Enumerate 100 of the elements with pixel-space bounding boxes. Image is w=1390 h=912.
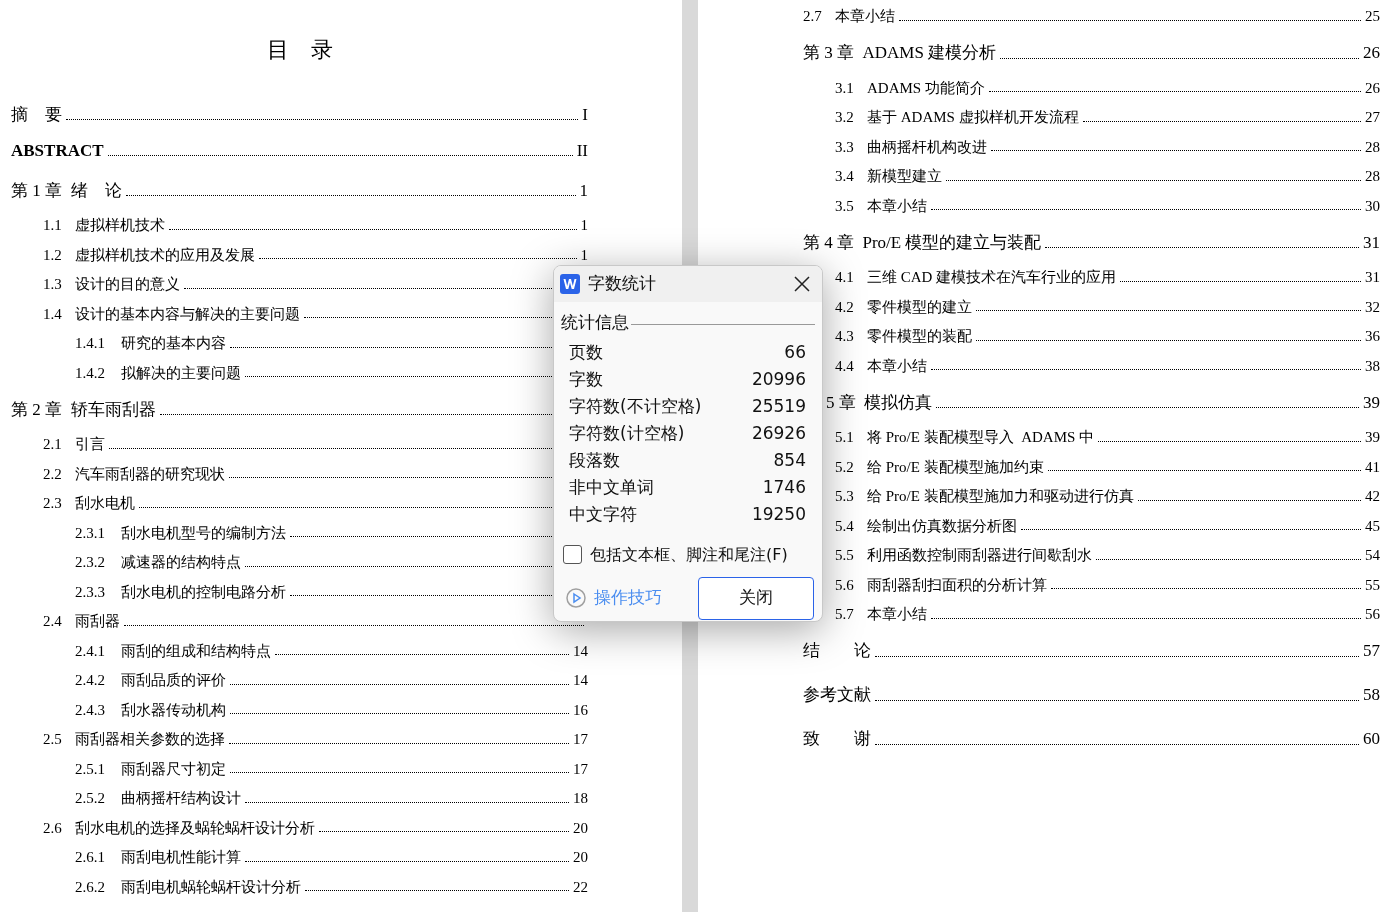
section-number: 3.4 — [835, 167, 855, 186]
close-button[interactable]: 关闭 — [698, 576, 814, 620]
page-number: 25 — [1365, 7, 1380, 26]
section-number: 4.1 — [835, 268, 855, 287]
stat-value: 20996 — [751, 368, 806, 392]
page-number: 20 — [573, 848, 588, 867]
section-title: 虚拟样机技术的应用及发展 — [75, 245, 255, 265]
section-title: 雨刮的组成和结构特点 — [121, 641, 271, 661]
page-number: 58 — [1363, 684, 1380, 706]
section-title: 曲柄摇杆结构设计 — [121, 789, 241, 808]
page-number: 41 — [1365, 457, 1380, 477]
stat-label: 字符数(计空格) — [569, 422, 685, 446]
section-number: 5.4 — [835, 516, 855, 536]
section-number: 3.1 — [835, 78, 855, 98]
page-number: I — [582, 103, 588, 126]
section-title: 雨刮器尺寸初定 — [121, 759, 226, 779]
page-number: 38 — [1365, 356, 1380, 376]
toc-heading: 摘 要 — [11, 103, 62, 126]
toc-heading: 参考文献 — [803, 684, 871, 706]
stat-value: 66 — [784, 341, 806, 365]
page-number: II — [576, 139, 588, 162]
stat-label: 段落数 — [569, 449, 620, 473]
section-title: 引言 — [75, 435, 105, 454]
section-number: 4.4 — [835, 356, 855, 376]
section-number: 3.3 — [835, 137, 855, 157]
page-number: 39 — [1363, 391, 1380, 414]
section-number: 2.5 — [43, 730, 63, 749]
section-number: 2.6.1 — [75, 848, 106, 867]
page-number: 42 — [1365, 487, 1380, 506]
section-number: 2.3.1 — [75, 523, 106, 543]
section-title: 曲柄摇杆机构改进 — [867, 137, 987, 157]
group-label: 统计信息 — [561, 311, 629, 334]
dialog-title: 字数统计 — [588, 272, 657, 296]
stat-label: 字符数(不计空格) — [569, 395, 702, 419]
section-title: 刮水器传动机构 — [121, 700, 226, 720]
page-number: 14 — [573, 641, 588, 661]
section-number: 5.5 — [835, 546, 855, 565]
section-number: 5.6 — [835, 575, 855, 595]
section-title: 给 Pro/E 装配模型施加力和驱动进行仿真 — [867, 487, 1134, 506]
page-number: 30 — [1365, 196, 1380, 216]
page-number: 54 — [1365, 546, 1380, 565]
section-number: 2.7 — [803, 7, 823, 26]
stat-label: 页数 — [569, 341, 603, 365]
section-title: 零件模型的装配 — [867, 327, 972, 346]
section-title: 雨刮品质的评价 — [121, 671, 226, 690]
section-title: 虚拟样机技术 — [75, 216, 165, 235]
toc-title: 目 录 — [266, 36, 333, 64]
section-number: 5.7 — [835, 605, 855, 624]
section-title: 本章小结 — [867, 356, 927, 376]
stat-label: 中文字符 — [569, 503, 637, 527]
page-number: 31 — [1363, 231, 1380, 254]
section-number: 2.3.2 — [75, 553, 106, 572]
toc-heading: 致 谢 — [803, 728, 871, 750]
page-number: 1 — [580, 216, 588, 235]
section-title: 刮水电机型号的编制方法 — [121, 523, 286, 543]
section-title: 研究的基本内容 — [121, 334, 226, 353]
section-title: 给 Pro/E 装配模型施加约束 — [867, 457, 1044, 477]
page-number: 17 — [573, 730, 588, 749]
section-number: 2.4.1 — [75, 641, 106, 661]
section-number: 5.2 — [835, 457, 855, 477]
section-number: 4.3 — [835, 327, 855, 346]
section-title: 雨刮器刮扫面积的分析计算 — [867, 575, 1047, 595]
page-number: 22 — [573, 877, 588, 897]
stat-value: 1746 — [762, 476, 806, 500]
page-number: 57 — [1363, 640, 1380, 662]
chapter-title: 第 1 章 绪 论 — [11, 179, 122, 202]
section-number: 3.5 — [835, 196, 855, 216]
app-logo-icon — [560, 274, 580, 294]
page-number: 16 — [573, 700, 588, 720]
page-number: 20 — [573, 818, 588, 838]
section-title: ADAMS 功能简介 — [867, 78, 985, 98]
section-number: 1.4.2 — [75, 363, 106, 383]
close-icon[interactable] — [794, 276, 810, 292]
section-title: 设计的基本内容与解决的主要问题 — [75, 304, 300, 324]
section-title: 刮水电机的控制电路分析 — [121, 582, 286, 602]
page-number: 18 — [573, 789, 588, 808]
section-title: 绘制出仿真数据分析图 — [867, 516, 1017, 536]
page-number: 45 — [1365, 516, 1380, 536]
page-number: 26 — [1365, 78, 1380, 98]
section-title: 雨刮电机性能计算 — [121, 848, 241, 867]
section-title: 利用函数控制雨刮器进行间歇刮水 — [867, 546, 1092, 565]
section-number: 5.3 — [835, 487, 855, 506]
chapter-title: 第 3 章 ADAMS 建模分析 — [803, 42, 997, 64]
section-title: 刮水电机的选择及蜗轮蜗杆设计分析 — [75, 818, 315, 838]
page-number: 60 — [1363, 728, 1380, 750]
section-number: 3.2 — [835, 108, 855, 127]
stat-value: 19250 — [751, 503, 806, 527]
page-number: 28 — [1365, 137, 1380, 157]
section-number: 1.1 — [43, 216, 63, 235]
checkbox[interactable] — [563, 545, 582, 564]
page-number: 1 — [580, 245, 588, 265]
section-number: 1.4 — [43, 304, 63, 324]
checkbox-label: 包括文本框、脚注和尾注(F) — [590, 543, 788, 566]
section-number: 2.3 — [43, 494, 63, 513]
stat-value: 25519 — [751, 395, 806, 419]
section-title: 雨刮器 — [75, 612, 120, 631]
section-title: 本章小结 — [835, 7, 895, 26]
section-title: 拟解决的主要问题 — [121, 363, 241, 383]
page-number: 17 — [573, 759, 588, 779]
chapter-title: 5 章 模拟仿真 — [826, 391, 933, 414]
